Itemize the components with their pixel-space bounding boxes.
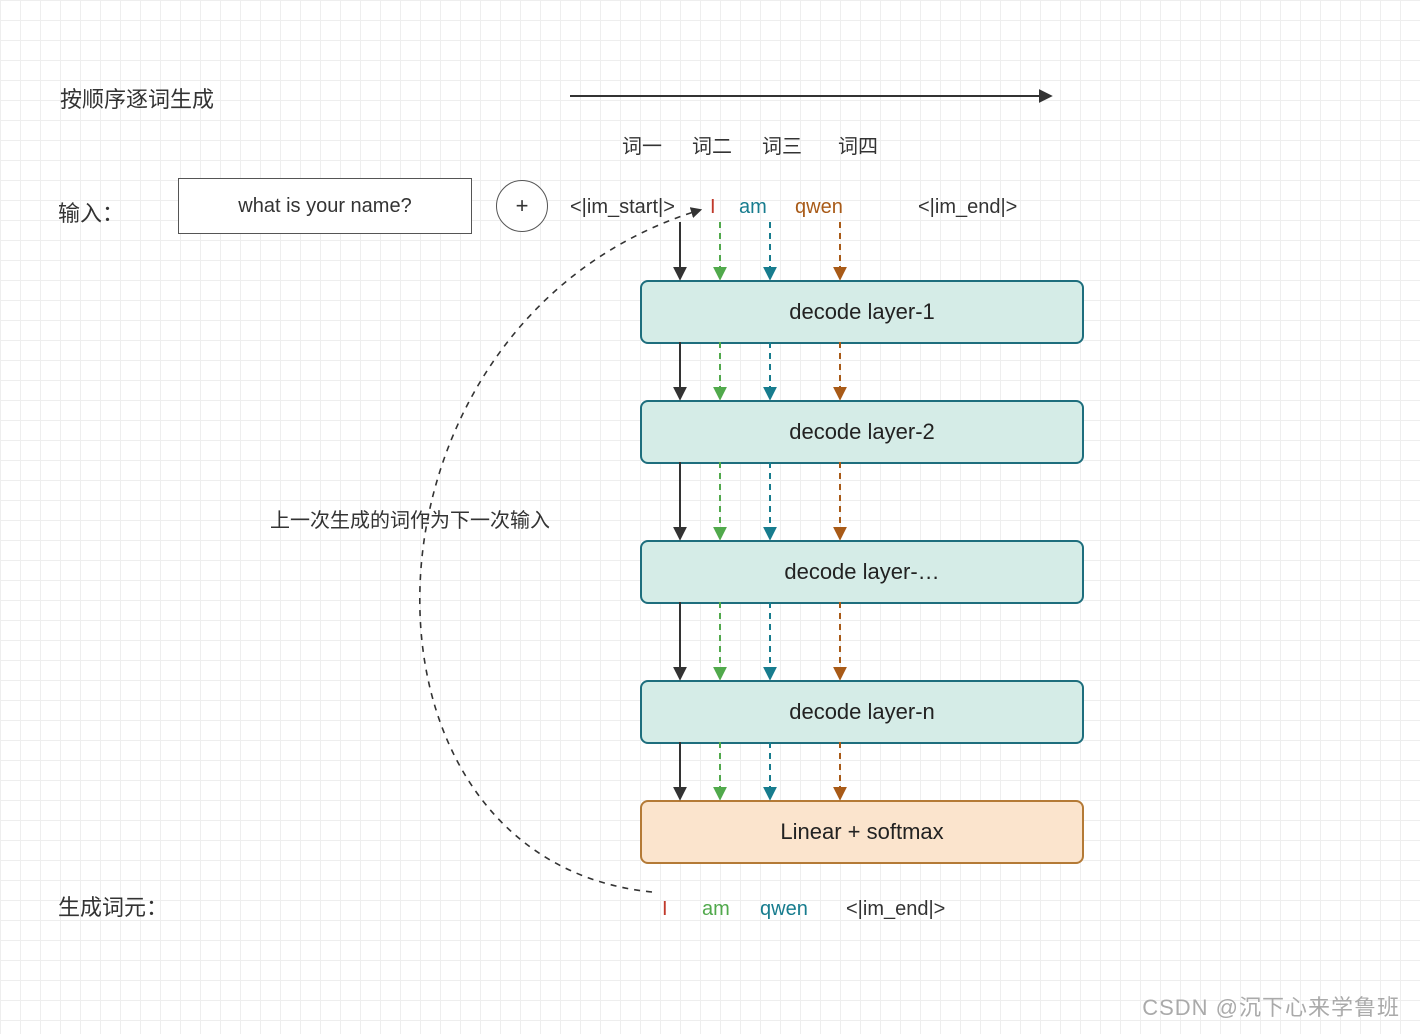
token-im-start: <|im_start|> (570, 196, 675, 219)
token-im-end-out: <|im_end|> (846, 898, 945, 921)
watermark: CSDN @沉下心来学鲁班 (1142, 990, 1400, 1022)
decode-layer-n-label: decode layer-n (789, 699, 935, 725)
token-I-out: I (662, 898, 668, 921)
word-header-1: 词一 (622, 130, 662, 159)
word-header-2: 词二 (692, 130, 732, 159)
plus-circle: + (496, 180, 548, 232)
token-im-end-top: <|im_end|> (918, 196, 1017, 219)
decode-layer-n: decode layer-n (640, 680, 1084, 744)
decode-layer-dots-label: decode layer-… (784, 559, 939, 585)
token-qwen-top: qwen (795, 196, 843, 219)
decode-layer-1-label: decode layer-1 (789, 299, 935, 325)
input-label: 输入： (58, 196, 124, 228)
linear-softmax-label: Linear + softmax (780, 819, 943, 845)
input-text: what is your name? (238, 195, 411, 218)
feedback-note: 上一次生成的词作为下一次输入 (270, 504, 550, 533)
decode-layer-2-label: decode layer-2 (789, 419, 935, 445)
decode-layer-2: decode layer-2 (640, 400, 1084, 464)
token-I-top: I (710, 196, 716, 219)
decode-layer-dots: decode layer-… (640, 540, 1084, 604)
word-header-3: 词三 (762, 130, 802, 159)
word-header-4: 词四 (838, 130, 878, 159)
token-qwen-out: qwen (760, 898, 808, 921)
output-label: 生成词元： (58, 890, 168, 922)
token-am-out: am (702, 898, 730, 921)
decode-layer-1: decode layer-1 (640, 280, 1084, 344)
input-text-box: what is your name? (178, 178, 472, 234)
header-text: 按顺序逐词生成 (60, 82, 214, 114)
token-am-top: am (739, 196, 767, 219)
plus-symbol: + (516, 193, 529, 219)
linear-softmax-layer: Linear + softmax (640, 800, 1084, 864)
